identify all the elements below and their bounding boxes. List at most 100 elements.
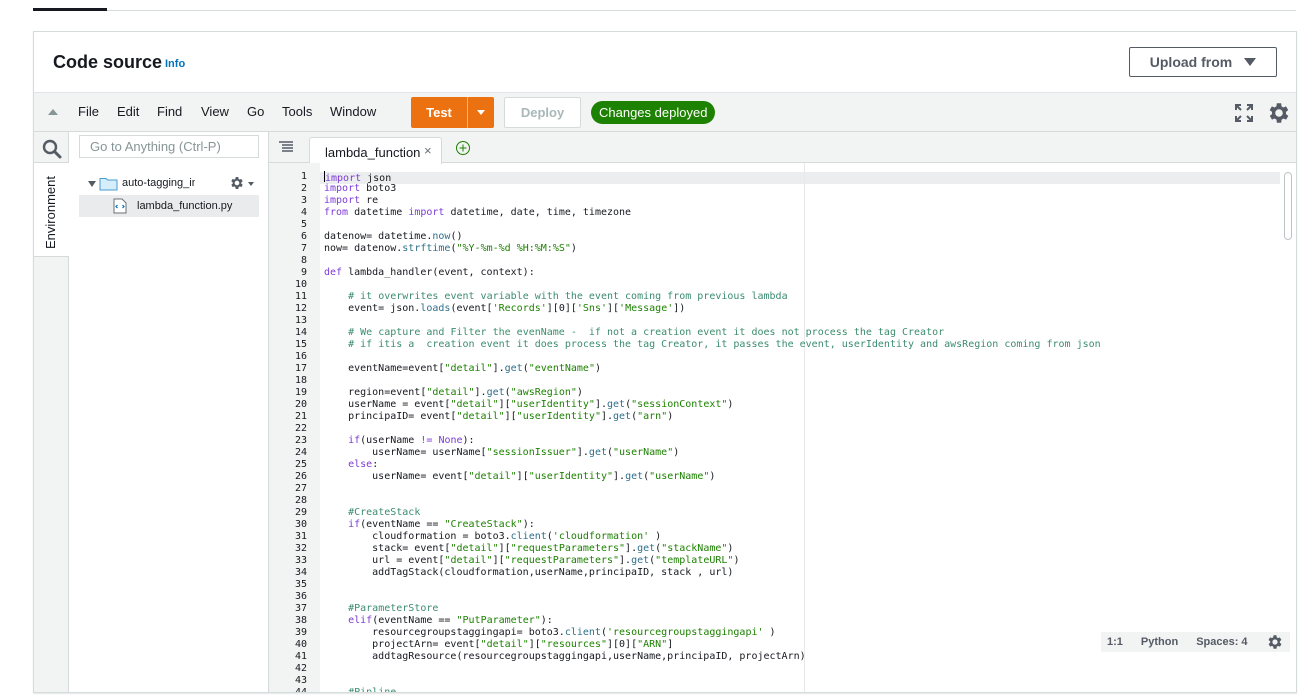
- python-file-icon: [113, 198, 127, 214]
- file-name: lambda_function.py: [137, 200, 233, 212]
- collapse-panel-icon[interactable]: [48, 109, 58, 115]
- line-number: 31: [294, 531, 307, 542]
- line-number: 14: [294, 327, 307, 338]
- line-number: 25: [294, 459, 307, 470]
- line-number: 13: [294, 315, 307, 326]
- code-line[interactable]: # it overwrites event variable with the …: [324, 291, 788, 302]
- code-source-panel: Code source Info Upload from File Edit F…: [33, 31, 1297, 693]
- menu-tools[interactable]: Tools: [282, 104, 312, 119]
- code-line[interactable]: addTagStack(cloudformation,userName,prin…: [324, 567, 733, 578]
- sidebar-tabs: Environment: [34, 132, 69, 692]
- code-line[interactable]: userName= userName["sessionIssuer"].get(…: [324, 447, 679, 458]
- line-number: 43: [294, 675, 307, 686]
- line-number: 2: [300, 183, 307, 194]
- code-area[interactable]: 1 import json 2 import boto3 3 import re 4 from…: [269, 163, 1296, 693]
- panel-header: Code source Info Upload from: [34, 32, 1296, 92]
- test-button-label[interactable]: Test: [411, 97, 468, 128]
- menu-find[interactable]: Find: [157, 104, 182, 119]
- add-tab-icon[interactable]: [455, 140, 471, 156]
- line-number: 10: [294, 279, 307, 290]
- close-icon[interactable]: ×: [424, 143, 432, 158]
- search-icon[interactable]: [42, 139, 62, 159]
- code-line[interactable]: url = event["detail"]["requestParameters…: [324, 555, 739, 566]
- tab-environment[interactable]: Environment: [34, 162, 69, 257]
- line-number: 29: [294, 507, 307, 518]
- code-line[interactable]: eventName=event["detail"].get("eventName…: [324, 363, 601, 374]
- line-number: 44: [294, 687, 307, 693]
- menu-file[interactable]: File: [78, 104, 99, 119]
- line-number: 5: [300, 219, 307, 230]
- line-number: 27: [294, 483, 307, 494]
- indent-setting[interactable]: Spaces: 4: [1196, 636, 1247, 648]
- code-line[interactable]: #CreateStack: [324, 507, 420, 518]
- tree-folder[interactable]: auto-tagging_in_serverless: [87, 175, 262, 193]
- line-number: 7: [300, 243, 307, 254]
- line-number: 6: [300, 231, 307, 242]
- code-line[interactable]: resourcegroupstaggingapi= boto3.client('…: [324, 627, 775, 638]
- line-number: 40: [294, 639, 307, 650]
- line-number: 12: [294, 303, 307, 314]
- line-number: 42: [294, 663, 307, 674]
- line-number: 36: [294, 591, 307, 602]
- code-line[interactable]: from datetime import datetime, date, tim…: [324, 207, 631, 218]
- info-link[interactable]: Info: [165, 58, 185, 70]
- file-tree: auto-tagging_in_serverless lambda_functi…: [69, 132, 269, 692]
- code-line[interactable]: now= datenow.strftime("%Y-%m-%d %H:%M:%S…: [324, 243, 577, 254]
- code-line[interactable]: import boto3: [324, 183, 396, 194]
- tree-file-item[interactable]: lambda_function.py: [79, 195, 259, 217]
- code-line[interactable]: event= json.loads(event['Records'][0]['S…: [324, 303, 685, 314]
- code-line[interactable]: userName = event["detail"]["userIdentity…: [324, 399, 733, 410]
- gear-icon[interactable]: [1266, 633, 1284, 651]
- test-dropdown-button[interactable]: [468, 97, 494, 128]
- tab-label: lambda_function: [325, 145, 421, 160]
- editor-tabbar: lambda_function ×: [269, 132, 1296, 164]
- line-number: 9: [300, 267, 307, 278]
- caret-down-icon: [1244, 58, 1257, 66]
- code-line[interactable]: import re: [324, 195, 378, 206]
- line-number: 16: [294, 351, 307, 362]
- code-line[interactable]: region=event["detail"].get("awsRegion"): [324, 387, 583, 398]
- code-line[interactable]: addtagResource(resourcegroupstaggingapi,…: [324, 651, 805, 662]
- vertical-scrollbar[interactable]: [1284, 172, 1292, 240]
- test-button[interactable]: Test: [411, 97, 494, 128]
- tab-lambda-function[interactable]: lambda_function ×: [309, 137, 442, 164]
- code-line[interactable]: elif(eventName == "PutParameter"):: [324, 615, 553, 626]
- code-line[interactable]: if(eventName == "CreateStack"):: [324, 519, 535, 530]
- line-number: 33: [294, 555, 307, 566]
- code-line[interactable]: cloudformation = boto3.client('cloudform…: [324, 531, 661, 542]
- code-line[interactable]: if(userName != None):: [324, 435, 474, 446]
- gear-icon[interactable]: [229, 175, 245, 191]
- code-line[interactable]: principaID= event["detail"]["userIdentit…: [324, 411, 673, 422]
- code-line[interactable]: stack= event["detail"]["requestParameter…: [324, 543, 733, 554]
- caret-down-icon[interactable]: [248, 182, 254, 186]
- language-mode[interactable]: Python: [1141, 636, 1178, 648]
- code-line[interactable]: #Pipline: [324, 687, 396, 692]
- upload-from-button[interactable]: Upload from: [1129, 47, 1277, 77]
- code-line[interactable]: def lambda_handler(event, context):: [324, 267, 535, 278]
- code-line[interactable]: else:: [324, 459, 378, 470]
- tab-list-icon[interactable]: [279, 141, 293, 153]
- menu-edit[interactable]: Edit: [117, 104, 139, 119]
- deploy-button[interactable]: Deploy: [504, 97, 581, 128]
- menu-view[interactable]: View: [201, 104, 229, 119]
- code-line[interactable]: # if itis a creation event it does proce…: [324, 339, 1101, 350]
- menu-go[interactable]: Go: [247, 104, 264, 119]
- cursor-position[interactable]: 1:1: [1107, 636, 1123, 648]
- menu-window[interactable]: Window: [330, 104, 376, 119]
- fullscreen-icon[interactable]: [1234, 103, 1254, 123]
- code-editor: lambda_function × 1 import json 2 import bo…: [269, 132, 1296, 693]
- caret-down-icon: [477, 110, 485, 115]
- code-line[interactable]: #ParameterStore: [324, 603, 438, 614]
- go-to-anything-input[interactable]: [79, 135, 259, 158]
- code-line[interactable]: projectArn= event["detail"]["resources"]…: [324, 639, 673, 650]
- folder-icon: [99, 178, 118, 191]
- gear-icon[interactable]: [1266, 100, 1292, 126]
- code-line[interactable]: # We capture and Filter the evenName - i…: [324, 327, 944, 338]
- line-number: 38: [294, 615, 307, 626]
- active-tab-indicator[interactable]: [33, 8, 107, 11]
- code-line[interactable]: userName= event["detail"]["userIdentity"…: [324, 471, 715, 482]
- chevron-down-icon[interactable]: [88, 181, 96, 187]
- code-line[interactable]: datenow= datetime.now(): [324, 231, 462, 242]
- tabs-divider: [33, 10, 1296, 11]
- line-number: 39: [294, 627, 307, 638]
